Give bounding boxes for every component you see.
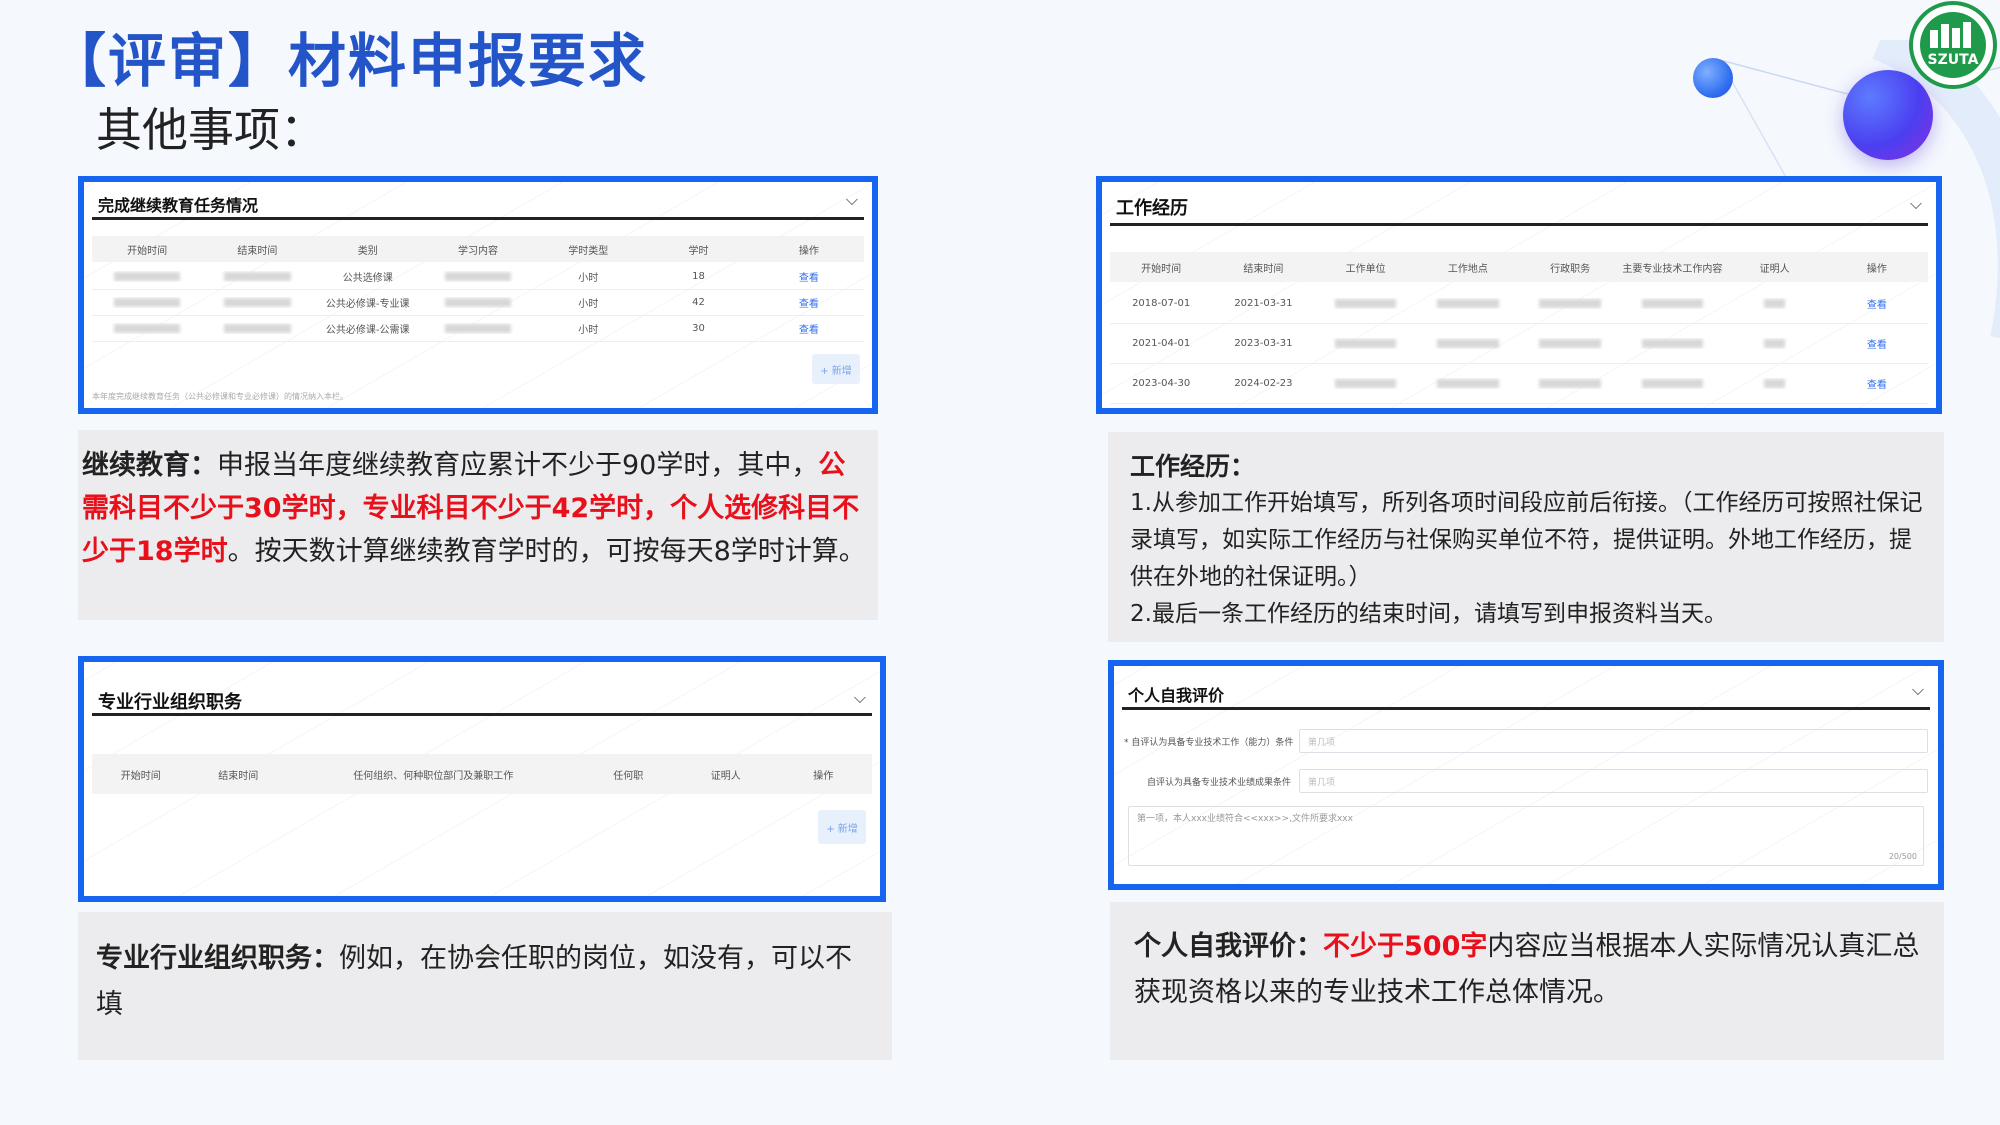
- table-row: 公共必修课-公需课 小时 30 查看: [92, 316, 864, 342]
- szuta-logo: SZUTA: [1909, 1, 1997, 89]
- table-header: 开始时间 结束时间 任何组织、何种职位部门及兼职工作 任何职 证明人 操作: [92, 754, 872, 794]
- panel-header: 工作经历 ⌵: [1110, 182, 1928, 226]
- view-link[interactable]: 查看: [754, 321, 864, 336]
- continuing-education-note: 继续教育：申报当年度继续教育应累计不少于90学时，其中，公需科目不少于30学时，…: [78, 430, 878, 620]
- professional-org-note: 专业行业组织职务：例如，在协会任职的岗位，如没有，可以不填: [78, 912, 892, 1060]
- panel-title: 完成继续教育任务情况: [98, 196, 259, 215]
- achievement-condition-input[interactable]: 第几项: [1299, 769, 1928, 793]
- page-title: 【评审】材料申报要求: [48, 27, 649, 95]
- table-header: 开始时间 结束时间 工作单位 工作地点 行政职务 主要专业技术工作内容 证明人 操作: [1110, 252, 1928, 282]
- ability-condition-row: * 自评认为具备专业技术工作（能力）条件 第几项: [1124, 728, 1928, 754]
- panel-header: 个人自我评价 ⌵: [1122, 666, 1930, 710]
- chevron-down-icon[interactable]: ⌵: [1910, 194, 1922, 214]
- panel-footnote: 本年度完成继续教育任务（公共必修课和专业必修课）的情况纳入本栏。: [92, 392, 348, 401]
- work-history-panel: 工作经历 ⌵ 开始时间 结束时间 工作单位 工作地点 行政职务 主要专业技术工作内容 …: [1096, 176, 1942, 414]
- self-evaluation-panel: 个人自我评价 ⌵ * 自评认为具备专业技术工作（能力）条件 第几项 自评认为具备…: [1108, 660, 1944, 890]
- panel-header: 完成继续教育任务情况 ⌵: [92, 182, 864, 220]
- view-link[interactable]: 查看: [754, 269, 864, 284]
- continuing-education-panel: 完成继续教育任务情况 ⌵ 开始时间 结束时间 类别 学习内容 学时类型 学时 操…: [78, 176, 878, 414]
- achievement-condition-row: 自评认为具备专业技术业绩成果条件 第几项: [1124, 768, 1928, 794]
- chevron-down-icon[interactable]: ⌵: [846, 190, 858, 210]
- view-link[interactable]: 查看: [1826, 376, 1928, 391]
- table-row: 2018-07-01 2021-03-31 查看: [1110, 284, 1928, 324]
- chevron-down-icon[interactable]: ⌵: [1912, 680, 1924, 700]
- work-history-note: 工作经历： 1.从参加工作开始填写，所列各项时间段应前后衔接。（工作经历可按照社…: [1108, 432, 1944, 642]
- self-evaluation-note: 个人自我评价：不少于500字内容应当根据本人实际情况认真汇总获现资格以来的专业技…: [1110, 902, 1944, 1060]
- ability-condition-input[interactable]: 第几项: [1299, 729, 1928, 753]
- panel-title: 专业行业组织职务: [98, 692, 242, 713]
- view-link[interactable]: 查看: [1826, 296, 1928, 311]
- table-row: 公共选修课 小时 18 查看: [92, 264, 864, 290]
- page-subtitle: 其他事项：: [96, 103, 326, 157]
- table-header: 开始时间 结束时间 类别 学习内容 学时类型 学时 操作: [92, 236, 864, 262]
- table-row: 2023-04-30 2024-02-23 查看: [1110, 364, 1928, 404]
- table-row: 公共必修课-专业课 小时 42 查看: [92, 290, 864, 316]
- char-counter: 20/500: [1888, 852, 1917, 861]
- professional-org-panel: 专业行业组织职务 ⌵ 开始时间 结束时间 任何组织、何种职位部门及兼职工作 任何职 …: [78, 656, 886, 902]
- svg-text:SZUTA: SZUTA: [1928, 52, 1979, 68]
- self-evaluation-textarea[interactable]: 第一项，本人xxx业绩符合<<xxx>>,文件所要求xxx 20/500: [1128, 806, 1924, 866]
- panel-title: 个人自我评价: [1128, 686, 1225, 705]
- add-button[interactable]: + 新增: [812, 354, 860, 384]
- view-link[interactable]: 查看: [1826, 336, 1928, 351]
- view-link[interactable]: 查看: [754, 295, 864, 310]
- chevron-down-icon[interactable]: ⌵: [854, 688, 866, 708]
- panel-header: 专业行业组织职务 ⌵: [92, 668, 872, 716]
- decorative-orb-small: [1693, 58, 1733, 98]
- add-button[interactable]: + 新增: [818, 810, 866, 844]
- table-row: 2021-04-01 2023-03-31 查看: [1110, 324, 1928, 364]
- panel-title: 工作经历: [1116, 198, 1188, 219]
